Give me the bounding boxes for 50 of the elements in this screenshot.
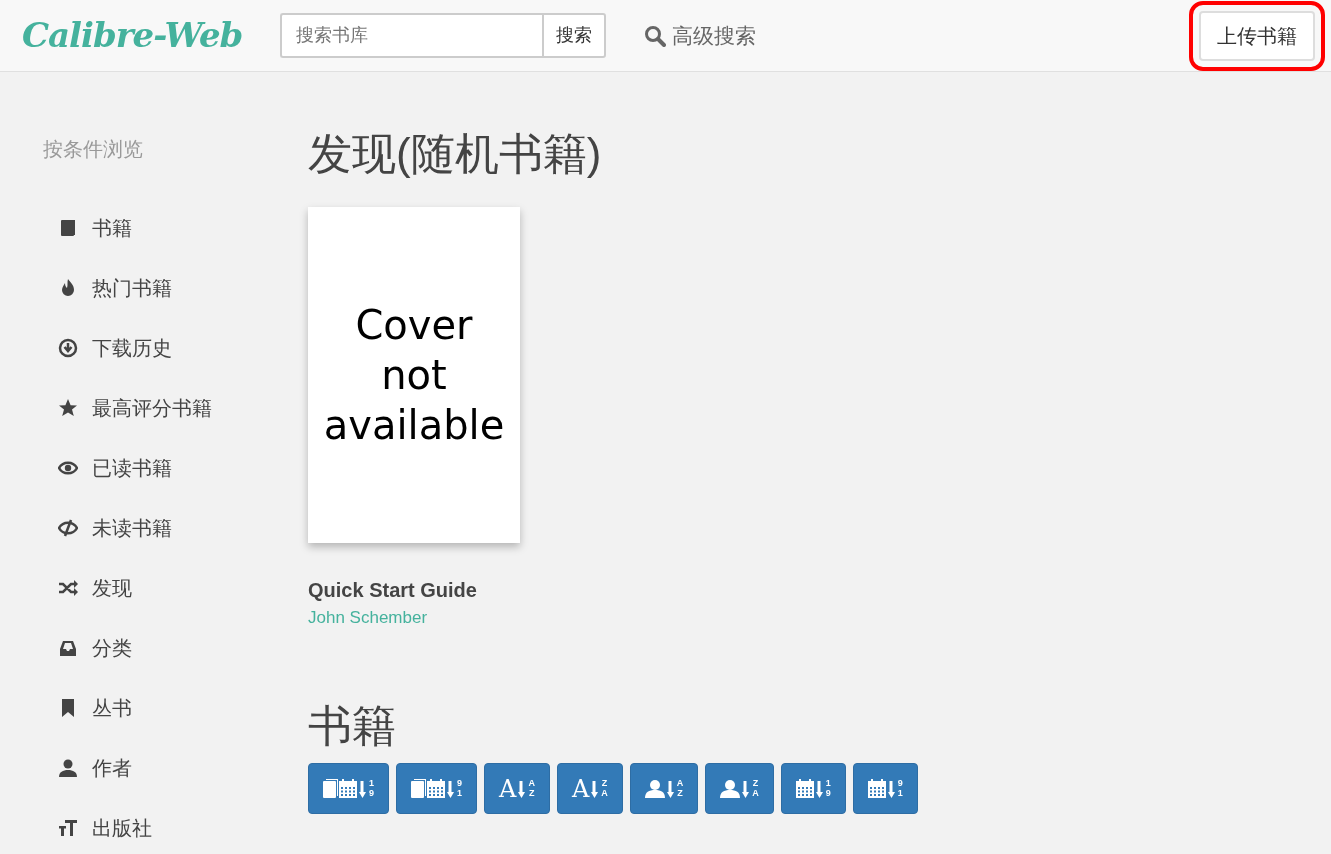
sidebar-item[interactable]: 下载历史 xyxy=(43,318,308,378)
sidebar-item[interactable]: 未读书籍 xyxy=(43,498,308,558)
text-icon xyxy=(58,818,78,838)
search-button[interactable]: 搜索 xyxy=(542,13,607,58)
user-icon xyxy=(58,758,78,778)
star-icon xyxy=(58,398,78,418)
sidebar-item[interactable]: 发现 xyxy=(43,558,308,618)
book-cover[interactable]: Cover not available xyxy=(308,206,520,543)
sort-button[interactable]: 9 1 xyxy=(396,763,478,815)
sort-button[interactable]: A A Z xyxy=(484,763,550,815)
book-icon xyxy=(58,218,78,238)
letter-glyph: A xyxy=(571,776,590,801)
sort-order-marks: Z A xyxy=(601,778,608,799)
sort-order-marks: A Z xyxy=(528,778,535,799)
sidebar-item[interactable]: 作者 xyxy=(43,738,308,798)
sort-order-marks: 1 9 xyxy=(369,778,374,799)
sort-order-marks: 1 9 xyxy=(825,778,831,799)
sort-button[interactable]: A Z xyxy=(629,763,699,815)
sort-icon xyxy=(323,776,367,801)
sort-button[interactable]: A Z A xyxy=(556,763,623,815)
search-icon xyxy=(644,24,667,47)
sidebar-heading: 按条件浏览 xyxy=(43,137,144,162)
sort-order-marks: 9 1 xyxy=(457,778,463,799)
book-title: Quick Start Guide xyxy=(308,577,478,603)
sort-icon xyxy=(411,776,455,801)
sidebar-item[interactable]: 已读书籍 xyxy=(43,438,308,498)
sort-icon xyxy=(867,776,896,801)
sidebar-item[interactable]: 热门书籍 xyxy=(43,258,308,318)
sort-button[interactable]: 1 9 xyxy=(308,763,389,815)
advanced-search-link[interactable]: 高级搜索 xyxy=(644,19,757,52)
letter-glyph: A xyxy=(499,776,517,801)
sort-order-marks: 9 1 xyxy=(897,778,903,799)
sidebar-item[interactable]: 分类 xyxy=(43,618,308,678)
sidebar-item[interactable]: 书籍 xyxy=(43,198,308,258)
shuffle-icon xyxy=(58,578,78,598)
section-title: 书籍 xyxy=(308,700,397,753)
sort-button[interactable]: Z A xyxy=(705,763,774,815)
inbox-icon xyxy=(58,638,78,658)
sort-button[interactable]: 1 9 xyxy=(780,763,846,815)
download-icon xyxy=(58,338,78,358)
sidebar-item[interactable]: 最高评分书籍 xyxy=(43,378,308,438)
sidebar-item[interactable]: 丛书 xyxy=(43,678,308,738)
section-title: 发现(随机书籍) xyxy=(308,128,603,180)
sort-icon xyxy=(795,776,824,801)
search-field[interactable]: 搜索书库 xyxy=(280,13,543,58)
eye-slash-icon xyxy=(58,518,78,538)
sidebar-item[interactable]: 出版社 xyxy=(43,798,308,854)
sort-button[interactable]: 9 1 xyxy=(852,763,918,815)
sort-order-marks: A Z xyxy=(676,778,684,799)
sort-order-marks: Z A xyxy=(752,778,759,799)
